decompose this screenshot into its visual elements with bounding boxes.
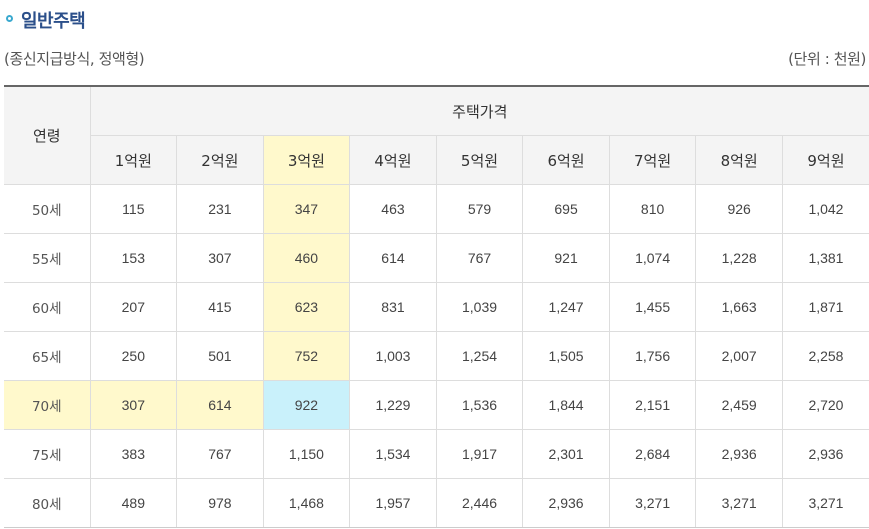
payment-cell: 1,534 [349,429,437,479]
payment-cell: 752 [262,331,351,381]
payment-cell: 614 [349,233,437,283]
age-cell: 60세 [4,282,91,332]
payment-cell: 1,039 [435,282,524,332]
payment-cell: 3,271 [608,478,697,528]
price-column-header: 9억원 [781,135,869,185]
payment-cell: 207 [89,282,178,332]
payment-cell: 2,007 [695,331,783,381]
payment-cell: 2,151 [608,380,697,430]
payment-cell: 922 [262,380,351,430]
price-column-header: 1억원 [89,135,178,185]
unit-note: (단위 : 천원) [788,50,866,68]
payment-cell: 2,936 [522,478,610,528]
payment-cell: 307 [89,380,178,430]
age-cell: 75세 [4,429,91,479]
payment-cell: 1,468 [262,478,351,528]
age-column-header: 연령 [4,85,91,185]
payment-cell: 347 [262,184,351,234]
payment-cell: 2,258 [781,331,869,381]
payment-cell: 1,074 [608,233,697,283]
payment-cell: 1,871 [781,282,869,332]
payment-cell: 383 [89,429,178,479]
payment-cell: 3,271 [781,478,869,528]
payment-cell: 978 [176,478,264,528]
table-row: 65세 250 501 752 1,003 1,254 1,505 1,756 2,007 2,2… [4,331,869,381]
pension-table: 연령 주택가격 1억원 2억원 3억원 4억원 5억원 6억원 7억원 8억원 9억원 50세 1… [4,85,869,528]
payment-cell: 250 [89,331,178,381]
payment-cell: 579 [435,184,524,234]
payment-cell: 614 [176,380,264,430]
table-row: 50세 115 231 347 463 579 695 810 926 1,042 [4,184,869,234]
section-title: 일반주택 [21,11,86,32]
payment-cell: 2,301 [522,429,610,479]
payment-cell: 2,684 [608,429,697,479]
payment-cell: 921 [522,233,610,283]
price-column-header: 2억원 [176,135,264,185]
table-head: 연령 주택가격 1억원 2억원 3억원 4억원 5억원 6억원 7억원 8억원 9억원 [4,85,869,185]
payment-cell: 810 [608,184,697,234]
payment-cell: 1,003 [349,331,437,381]
payment-cell: 2,936 [781,429,869,479]
payment-cell: 695 [522,184,610,234]
payment-cell: 767 [176,429,264,479]
payment-cell: 1,756 [608,331,697,381]
circle-bullet-icon [6,14,13,22]
payment-cell: 463 [349,184,437,234]
age-cell: 70세 [4,380,91,430]
payment-cell: 153 [89,233,178,283]
payment-cell: 1,455 [608,282,697,332]
age-cell: 80세 [4,478,91,528]
price-column-header: 3억원 [262,135,351,185]
payment-cell: 831 [349,282,437,332]
payment-cell: 1,150 [262,429,351,479]
payment-cell: 501 [176,331,264,381]
price-column-header: 8억원 [695,135,783,185]
payment-cell: 1,247 [522,282,610,332]
payment-cell: 1,228 [695,233,783,283]
payment-cell: 1,229 [349,380,437,430]
payment-cell: 2,936 [695,429,783,479]
age-cell: 65세 [4,331,91,381]
payment-cell: 460 [262,233,351,283]
payment-method-note: (종신지급방식, 정액형) [4,50,145,68]
payment-cell: 307 [176,233,264,283]
payment-cell: 2,446 [435,478,524,528]
price-column-header: 7억원 [608,135,697,185]
table-row: 70세 307 614 922 1,229 1,536 1,844 2,151 2,459 2,7… [4,380,869,430]
payment-cell: 1,042 [781,184,869,234]
payment-cell: 1,917 [435,429,524,479]
payment-cell: 2,720 [781,380,869,430]
price-column-header: 6억원 [522,135,610,185]
payment-cell: 1,663 [695,282,783,332]
age-cell: 55세 [4,233,91,283]
header-row-top: 연령 주택가격 [4,85,869,185]
payment-cell: 1,536 [435,380,524,430]
payment-cell: 2,459 [695,380,783,430]
payment-cell: 231 [176,184,264,234]
header-row-prices: 1억원 2억원 3억원 4억원 5억원 6억원 7억원 8억원 9억원 [4,135,869,185]
table-row: 80세 489 978 1,468 1,957 2,446 2,936 3,271 3,271 3… [4,478,869,528]
payment-cell: 3,271 [695,478,783,528]
price-column-header: 5억원 [435,135,524,185]
payment-cell: 767 [435,233,524,283]
payment-cell: 926 [695,184,783,234]
payment-cell: 1,505 [522,331,610,381]
section-heading: 일반주택 [6,6,86,34]
table-row: 55세 153 307 460 614 767 921 1,074 1,228 1,381 [4,233,869,283]
table-row: 75세 383 767 1,150 1,534 1,917 2,301 2,684 2,936 2… [4,429,869,479]
payment-cell: 1,957 [349,478,437,528]
payment-cell: 115 [89,184,178,234]
payment-cell: 489 [89,478,178,528]
table-body: 50세 115 231 347 463 579 695 810 926 1,042 55세 153 30… [4,184,869,528]
table-row: 60세 207 415 623 831 1,039 1,247 1,455 1,663 1,871 [4,282,869,332]
payment-cell: 1,844 [522,380,610,430]
payment-cell: 623 [262,282,351,332]
payment-cell: 1,254 [435,331,524,381]
payment-cell: 1,381 [781,233,869,283]
house-price-header: 주택가격 [89,85,869,136]
age-cell: 50세 [4,184,91,234]
price-column-header: 4억원 [349,135,437,185]
payment-cell: 415 [176,282,264,332]
